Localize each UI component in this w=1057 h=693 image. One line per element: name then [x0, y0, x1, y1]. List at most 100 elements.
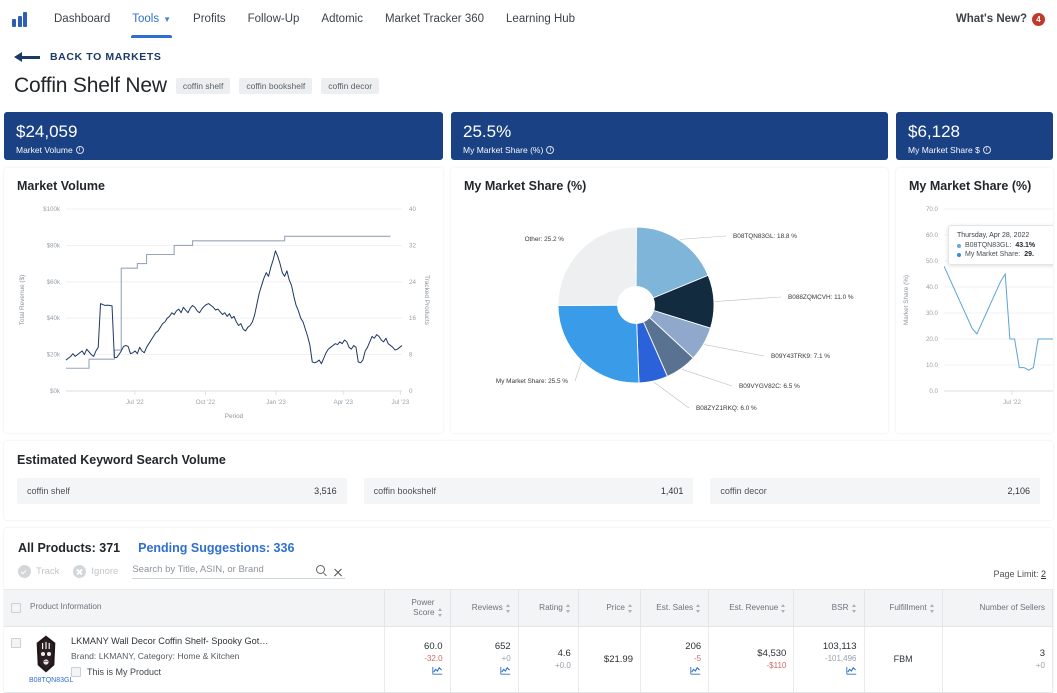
kpi-label-text: Market Volume: [16, 144, 73, 155]
product-asin[interactable]: B08TQN83GL: [29, 677, 73, 684]
my-product-row[interactable]: This is My Product: [71, 667, 377, 678]
svg-text:Period: Period: [225, 413, 244, 420]
products-header: All Products: 371 Pending Suggestions: 3…: [4, 538, 1053, 555]
page-limit[interactable]: Page Limit: 2: [993, 569, 1046, 579]
row-checkbox[interactable]: [11, 637, 21, 648]
cell-reviews: 652 +0: [450, 626, 519, 693]
svg-text:60.0: 60.0: [926, 232, 939, 239]
market-share-pie-chart[interactable]: B08TQN83GL: 18.8 % B088ZQMCVH: 11.0 % B09Y…: [451, 193, 888, 433]
svg-text:B088ZQMCVH: 11.0 %: B088ZQMCVH: 11.0 %: [788, 294, 854, 301]
svg-text:Other: 25.2 %: Other: 25.2 %: [525, 236, 565, 243]
sparkline-button[interactable]: [648, 666, 701, 677]
svg-text:30.0: 30.0: [926, 310, 939, 317]
info-icon[interactable]: i: [546, 145, 555, 154]
col-fulfillment[interactable]: Fulfillment: [864, 589, 943, 627]
keyword-tag[interactable]: coffin bookshelf: [239, 78, 313, 94]
sparkline-button[interactable]: [458, 666, 511, 677]
svg-text:Total Revenue ($): Total Revenue ($): [19, 275, 26, 325]
svg-text:$0k: $0k: [50, 388, 61, 395]
tooltip-series-name: My Market Share:: [965, 251, 1021, 258]
col-power-score[interactable]: Power Score: [384, 589, 451, 627]
sparkline-button[interactable]: [801, 666, 856, 677]
products-table: Product Information Power Score Reviews …: [4, 589, 1054, 693]
sort-icon[interactable]: [505, 603, 511, 613]
sparkline-button[interactable]: [392, 666, 442, 677]
pending-suggestions-link[interactable]: Pending Suggestions: 336: [138, 541, 294, 555]
coffin-shelf-thumbnail-icon[interactable]: [33, 635, 59, 673]
keyword-tag[interactable]: coffin decor: [321, 78, 380, 94]
col-est-sales[interactable]: Est. Sales: [640, 589, 710, 627]
track-button[interactable]: Track: [18, 565, 59, 578]
delta: +0.0: [555, 661, 571, 671]
cell-number-of-sellers: 3 +0: [942, 626, 1054, 693]
market-header: Coffin Shelf New coffin shelf coffin boo…: [0, 63, 1057, 112]
keyword-volume-item[interactable]: coffin shelf 3,516: [17, 478, 347, 504]
cell-fulfillment: FBM: [864, 626, 943, 693]
sort-icon[interactable]: [437, 608, 443, 618]
x-circle-icon: [73, 565, 87, 578]
nav-item-dashboard[interactable]: Dashboard: [43, 0, 121, 38]
sort-icon[interactable]: [565, 603, 571, 613]
col-label: Rating: [539, 603, 563, 613]
table-row[interactable]: B08TQN83GL LKMANY Wall Decor Coffin Shel…: [4, 626, 1054, 693]
page-limit-value[interactable]: 2: [1041, 569, 1046, 579]
ignore-button[interactable]: Ignore: [73, 565, 118, 578]
market-volume-chart[interactable]: $0k $20k $40k $60k $80k $100k 0 8 16 24 32 40 Jul '2…: [4, 193, 443, 433]
cell-est-revenue: $4,530 -$110: [708, 626, 795, 693]
nav-label: Dashboard: [54, 13, 111, 25]
product-title[interactable]: LKMANY Wall Decor Coffin Shelf- Spooky G…: [71, 635, 377, 647]
products-section: All Products: 371 Pending Suggestions: 3…: [4, 528, 1054, 693]
chart-icon: [500, 667, 510, 675]
keyword-volume-item[interactable]: coffin bookshelf 1,401: [363, 478, 694, 504]
search-icon[interactable]: [316, 565, 326, 574]
info-icon[interactable]: i: [982, 145, 991, 154]
products-toolbar: Track Ignore: [4, 555, 1053, 589]
col-rating[interactable]: Rating: [518, 589, 579, 627]
my-product-checkbox[interactable]: [71, 667, 81, 678]
col-product-information[interactable]: Product Information: [4, 589, 386, 627]
sort-icon[interactable]: [851, 603, 857, 613]
search-input[interactable]: [132, 564, 293, 575]
svg-text:$100k: $100k: [43, 206, 61, 213]
cell-power-score: 60.0 -32.0: [384, 626, 451, 693]
close-icon[interactable]: [333, 567, 343, 577]
cell-bsr: 103,113 -101,496: [793, 626, 865, 693]
svg-text:10.0: 10.0: [926, 362, 939, 369]
whats-new-button[interactable]: What's New? 4: [956, 0, 1045, 38]
svg-text:Jul '22: Jul '22: [126, 399, 144, 406]
col-bsr[interactable]: BSR: [793, 589, 865, 627]
nav-item-profits[interactable]: Profits: [182, 0, 237, 38]
nav-item-tools[interactable]: Tools ▼: [121, 0, 182, 38]
svg-text:B08TQN83GL: 18.8 %: B08TQN83GL: 18.8 %: [733, 233, 797, 240]
kpi-value: 25.5%: [463, 122, 512, 141]
sort-icon[interactable]: [781, 603, 786, 613]
svg-text:$40k: $40k: [47, 315, 61, 322]
col-label: Power Score: [411, 598, 435, 617]
kpi-label: My Market Share (%) i: [463, 145, 876, 155]
sort-icon[interactable]: [627, 603, 633, 613]
keyword-volume-item[interactable]: coffin decor 2,106: [710, 478, 1041, 504]
kpi-label: Market Volume i: [16, 145, 431, 155]
col-est-revenue[interactable]: Est. Revenue: [708, 589, 795, 627]
nav-item-follow-up[interactable]: Follow-Up: [237, 0, 311, 38]
nav-item-learning-hub[interactable]: Learning Hub: [495, 0, 586, 38]
keyword-tag[interactable]: coffin shelf: [175, 78, 231, 94]
select-all-checkbox[interactable]: [11, 603, 21, 614]
sort-icon[interactable]: [929, 603, 935, 613]
delta: +0: [1035, 661, 1045, 671]
col-reviews[interactable]: Reviews: [450, 589, 519, 627]
nav-item-market-tracker-360[interactable]: Market Tracker 360: [374, 0, 495, 38]
back-to-markets-link[interactable]: BACK TO MARKETS: [0, 38, 1057, 63]
value: FBM: [893, 654, 913, 665]
nav-label: Follow-Up: [247, 13, 300, 25]
sort-icon[interactable]: [696, 603, 701, 613]
helium-logo-icon[interactable]: [12, 11, 27, 27]
col-price[interactable]: Price: [578, 589, 641, 627]
delta: +0: [501, 654, 511, 664]
nav-item-adtomic[interactable]: Adtomic: [310, 0, 374, 38]
svg-text:Oct '22: Oct '22: [196, 399, 216, 406]
col-number-of-sellers[interactable]: Number of Sellers: [942, 589, 1054, 627]
delta: -101,496: [824, 654, 857, 664]
info-icon[interactable]: i: [75, 145, 84, 154]
col-label: Est. Revenue: [729, 603, 779, 613]
